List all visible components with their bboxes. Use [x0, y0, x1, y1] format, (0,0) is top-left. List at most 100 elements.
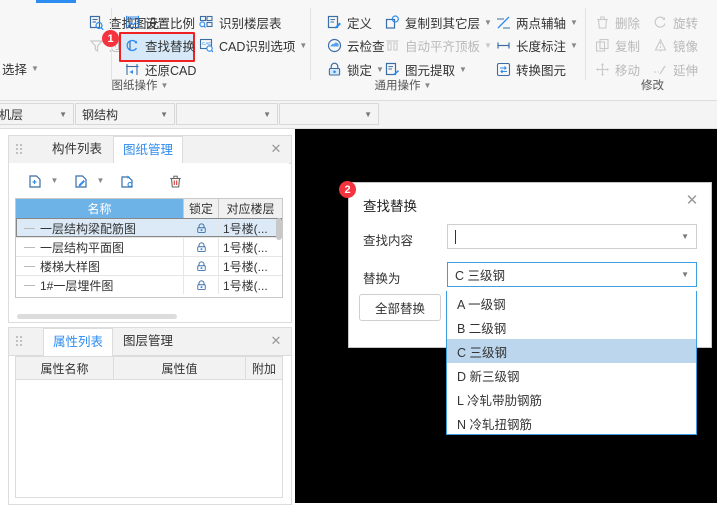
ribbon-item-cad-identify-options[interactable]: CAD CAD识别选项 ▼: [196, 35, 309, 56]
ribbon-item-length-dimension[interactable]: 长度标注 ▼: [493, 35, 580, 56]
replace-with-label: 替换为: [363, 272, 401, 286]
cell-floor: 1号楼(...: [223, 221, 268, 236]
drag-grip-icon[interactable]: [16, 144, 24, 156]
split-drawing-button[interactable]: [113, 168, 141, 194]
chevron-down-icon[interactable]: ▼: [681, 232, 689, 241]
steel-grade-dropdown-list[interactable]: A 一级钢 B 二级钢 C 三级钢 D 新三级钢 L 冷轧带肋钢筋 N 冷轧扭钢…: [446, 291, 697, 435]
dropdown-option[interactable]: N 冷轧扭钢筋: [447, 411, 696, 435]
edit-drawing-button[interactable]: [67, 168, 95, 194]
property-panel: 属性列表 图层管理 ✕ 属性名称 属性值 附加: [8, 327, 292, 505]
ribbon-item-copy: 复制: [592, 35, 642, 56]
close-icon[interactable]: ✕: [269, 334, 283, 348]
replace-with-combobox[interactable]: C 三级钢 ▼: [447, 262, 697, 287]
cell-floor: 1号楼(...: [223, 278, 268, 293]
ribbon-group-label-modify: 修改: [588, 77, 717, 93]
length-dimension-icon: [495, 37, 512, 54]
ribbon-item-select[interactable]: 选择 ▼: [0, 58, 41, 79]
tab-property-list[interactable]: 属性列表: [43, 328, 114, 356]
ribbon-item-auto-align-slab: 自动平齐顶板 ▼: [382, 35, 494, 56]
tab-component-list[interactable]: 构件列表: [43, 136, 111, 163]
ribbon-item-label: CAD识别选项: [219, 40, 296, 54]
text-caret: [455, 229, 456, 244]
property-table-header: 属性名称 属性值 附加: [16, 357, 282, 380]
add-drawing-button[interactable]: [21, 168, 49, 194]
ribbon-item-define[interactable]: 定义: [324, 12, 374, 33]
property-panel-tabs: 属性列表 图层管理 ✕: [9, 328, 291, 356]
ribbon-item-label: 删除: [615, 17, 641, 31]
combo-fourth[interactable]: ▼: [279, 103, 379, 125]
combo-structure-type[interactable]: 钢结构 ▼: [75, 103, 175, 125]
svg-text:CAD: CAD: [202, 41, 212, 46]
cell-floor: 1号楼(...: [223, 259, 268, 274]
tab-drawing-management[interactable]: 图纸管理: [113, 136, 184, 164]
ribbon-item-delete: 删除: [592, 12, 642, 33]
ribbon-item-cloud-check[interactable]: 云检查: [324, 35, 387, 56]
ribbon-item-identify-floor-table[interactable]: 识别楼层表: [196, 12, 284, 33]
replace-all-button[interactable]: 全部替换: [359, 294, 441, 321]
ribbon-item-label: 查找替换: [145, 40, 196, 54]
dropdown-option-selected[interactable]: C 三级钢: [447, 339, 696, 363]
chevron-down-icon[interactable]: ▼: [161, 81, 169, 90]
define-icon: [326, 14, 343, 31]
copy-to-other-layer-icon: [384, 14, 401, 31]
tab-layer-management[interactable]: 图层管理: [114, 328, 182, 355]
chevron-down-icon[interactable]: ▼: [681, 270, 689, 279]
table-row[interactable]: 楼梯大样图 1号楼(...: [16, 256, 282, 275]
ribbon-item-copy-to-other-layer[interactable]: 复制到其它层 ▼: [382, 12, 494, 33]
ribbon-item-label: 云检查: [347, 40, 385, 54]
column-header-name[interactable]: 名称: [16, 199, 184, 218]
ribbon: 查找图元 过滤图元 选择 ▼ 设置比例 查找替换: [0, 0, 717, 101]
ribbon-item-two-point-aux-axis[interactable]: 两点辅轴 ▼: [493, 12, 580, 33]
ribbon-group-label-common-ops: 通用操作 ▼: [267, 77, 539, 93]
edit-drawing-dropdown[interactable]: ▼: [94, 168, 107, 192]
close-icon[interactable]: ✕: [683, 192, 701, 210]
ribbon-item-set-scale[interactable]: 设置比例: [122, 12, 197, 33]
table-row[interactable]: 一层结构梁配筋图 1号楼(...: [16, 218, 282, 237]
delete-drawing-button[interactable]: [161, 168, 189, 194]
ribbon-item-label: 复制: [615, 40, 641, 54]
drag-grip-icon[interactable]: [16, 336, 24, 348]
column-header-attachment[interactable]: 附加: [246, 357, 282, 379]
column-header-property-name[interactable]: 属性名称: [16, 357, 114, 379]
table-row[interactable]: 一层结构平面图 1号楼(...: [16, 237, 282, 256]
cell-name: 一层结构梁配筋图: [16, 219, 184, 237]
combo-third[interactable]: ▼: [176, 103, 278, 125]
dropdown-option[interactable]: B 二级钢: [447, 315, 696, 339]
group-label-text: 通用操作: [374, 80, 421, 92]
cell-lock[interactable]: [184, 219, 219, 237]
ribbon-item-label: 设置比例: [145, 17, 196, 31]
delete-drawing-icon: [169, 175, 181, 188]
dropdown-option[interactable]: L 冷轧带肋钢筋: [447, 387, 696, 411]
chevron-down-icon[interactable]: ▼: [424, 81, 432, 90]
ribbon-item-label: 选择: [2, 63, 28, 77]
split-drawing-icon: [120, 175, 133, 188]
combo-floor[interactable]: 机层 ▼: [0, 103, 74, 125]
column-header-floor[interactable]: 对应楼层: [219, 199, 282, 218]
cell-lock[interactable]: [184, 276, 219, 294]
chevron-down-icon: ▼: [31, 64, 39, 73]
property-table: 属性名称 属性值 附加: [15, 356, 283, 498]
combo-toolbar: 机层 ▼ 钢结构 ▼ ▼ ▼: [0, 101, 717, 129]
ribbon-group-drawing-ops: 查找图元 过滤图元 选择 ▼ 设置比例 查找替换: [0, 4, 307, 96]
ribbon-item-rotate: 旋转: [650, 12, 700, 33]
cell-lock[interactable]: [184, 257, 219, 275]
identify-floor-table-icon: [198, 14, 215, 31]
two-point-aux-axis-icon: [495, 14, 512, 31]
cad-identify-options-icon: CAD: [198, 37, 215, 54]
ribbon-item-find-replace[interactable]: 查找替换: [122, 35, 197, 56]
tab-label: 图纸管理: [123, 143, 174, 157]
table-vertical-scrollbar[interactable]: [276, 218, 282, 240]
add-drawing-dropdown[interactable]: ▼: [48, 168, 61, 192]
dropdown-option[interactable]: A 一级钢: [447, 291, 696, 315]
table-horizontal-scrollbar[interactable]: [17, 314, 177, 319]
table-row[interactable]: 1#一层埋件图 1号楼(...: [16, 275, 282, 294]
find-content-input[interactable]: ▼: [447, 224, 697, 249]
dropdown-option[interactable]: D 新三级钢: [447, 363, 696, 387]
column-header-lock[interactable]: 锁定: [184, 199, 219, 218]
tree-line-icon: [24, 265, 35, 267]
ribbon-item-label: 复制到其它层: [405, 17, 481, 31]
cell-text: 楼梯大样图: [40, 259, 101, 274]
cell-lock[interactable]: [184, 238, 219, 256]
close-icon[interactable]: ✕: [269, 142, 283, 156]
column-header-property-value[interactable]: 属性值: [114, 357, 246, 379]
